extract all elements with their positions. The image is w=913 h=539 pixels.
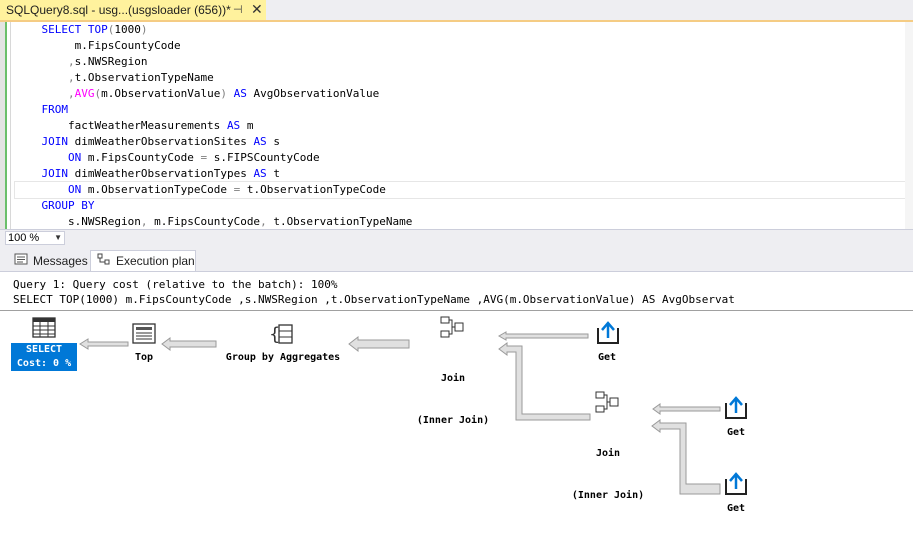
get-operator-label[interactable]: Get [716, 502, 756, 516]
query-cost-line: Query 1: Query cost (relative to the bat… [13, 278, 338, 291]
code-line[interactable]: FROM [15, 102, 905, 118]
join-operator-label[interactable]: Join (Inner Join) [563, 419, 653, 517]
document-tab-strip: SQLQuery8.sql - usg...(usgsloader (656))… [0, 0, 913, 22]
select-operator-name: SELECT [25, 344, 63, 355]
join-operator-label[interactable]: Join (Inner Join) [408, 344, 498, 442]
chevron-down-icon: ▼ [54, 233, 62, 242]
join-operator-type: (Inner Join) [416, 415, 490, 426]
tab-execution-plan[interactable]: Execution plan [90, 250, 196, 271]
zoom-value: 100 % [8, 232, 40, 244]
code-line[interactable]: ,AVG(m.ObservationValue) AS AvgObservati… [15, 86, 905, 102]
top-operator-label[interactable]: Top [124, 351, 164, 365]
zoom-bar: 100 % ▼ [0, 229, 913, 247]
query-editor[interactable]: SELECT TOP(1000) m.FipsCountyCode ,s.NWS… [0, 22, 913, 229]
code-line[interactable]: ,t.ObservationTypeName [15, 70, 905, 86]
code-line[interactable]: ON m.FipsCountyCode = s.FIPSCountyCode [15, 150, 905, 166]
query-text-line: SELECT TOP(1000) m.FipsCountyCode ,s.NWS… [13, 293, 735, 306]
editor-vertical-scrollbar[interactable] [905, 22, 913, 229]
code-line[interactable]: factWeatherMeasurements AS m [15, 118, 905, 134]
code-line[interactable]: m.FipsCountyCode [15, 38, 905, 54]
get-operator-label[interactable]: Get [587, 351, 627, 365]
document-tab-title: SQLQuery8.sql - usg...(usgsloader (656))… [6, 3, 231, 17]
join-operator-name: Join [595, 448, 621, 459]
group-by-aggregates-label[interactable]: Group by Aggregates [213, 351, 353, 365]
tab-messages[interactable]: Messages [8, 250, 90, 271]
query-info: Query 1: Query cost (relative to the bat… [13, 277, 735, 307]
tab-execution-plan-label: Execution plan [116, 254, 195, 268]
close-icon[interactable]: ✕ [251, 1, 263, 18]
editor-margin [0, 22, 7, 229]
messages-icon [14, 253, 28, 268]
select-operator[interactable]: SELECT Cost: 0 % [11, 343, 77, 371]
document-tab[interactable]: SQLQuery8.sql - usg...(usgsloader (656))… [0, 0, 266, 20]
change-bar [5, 22, 7, 229]
select-operator-cost: Cost: 0 % [16, 358, 72, 369]
code-line[interactable]: ON m.ObservationTypeCode = t.Observation… [14, 181, 906, 199]
zoom-dropdown[interactable]: 100 % ▼ [5, 231, 65, 245]
join-operator-type: (Inner Join) [571, 490, 645, 501]
get-operator-label[interactable]: Get [716, 426, 756, 440]
tab-messages-label: Messages [33, 253, 88, 268]
code-line[interactable]: ,s.NWSRegion [15, 54, 905, 70]
code-line[interactable]: SELECT TOP(1000) [15, 22, 905, 38]
code-area[interactable]: SELECT TOP(1000) m.FipsCountyCode ,s.NWS… [14, 22, 906, 230]
results-tab-strip: Messages Execution plan [0, 247, 913, 271]
outline-margin [10, 22, 11, 229]
query-separator [0, 310, 913, 311]
code-line[interactable]: JOIN dimWeatherObservationTypes AS t [15, 166, 905, 182]
code-line[interactable]: s.NWSRegion, m.FipsCountyCode, t.Observa… [15, 214, 905, 230]
join-operator-name: Join [440, 373, 466, 384]
pin-icon[interactable]: ⊣ [233, 3, 243, 16]
execution-plan-icon [97, 253, 111, 269]
code-line[interactable]: GROUP BY [15, 198, 905, 214]
code-line[interactable]: JOIN dimWeatherObservationSites AS s [15, 134, 905, 150]
